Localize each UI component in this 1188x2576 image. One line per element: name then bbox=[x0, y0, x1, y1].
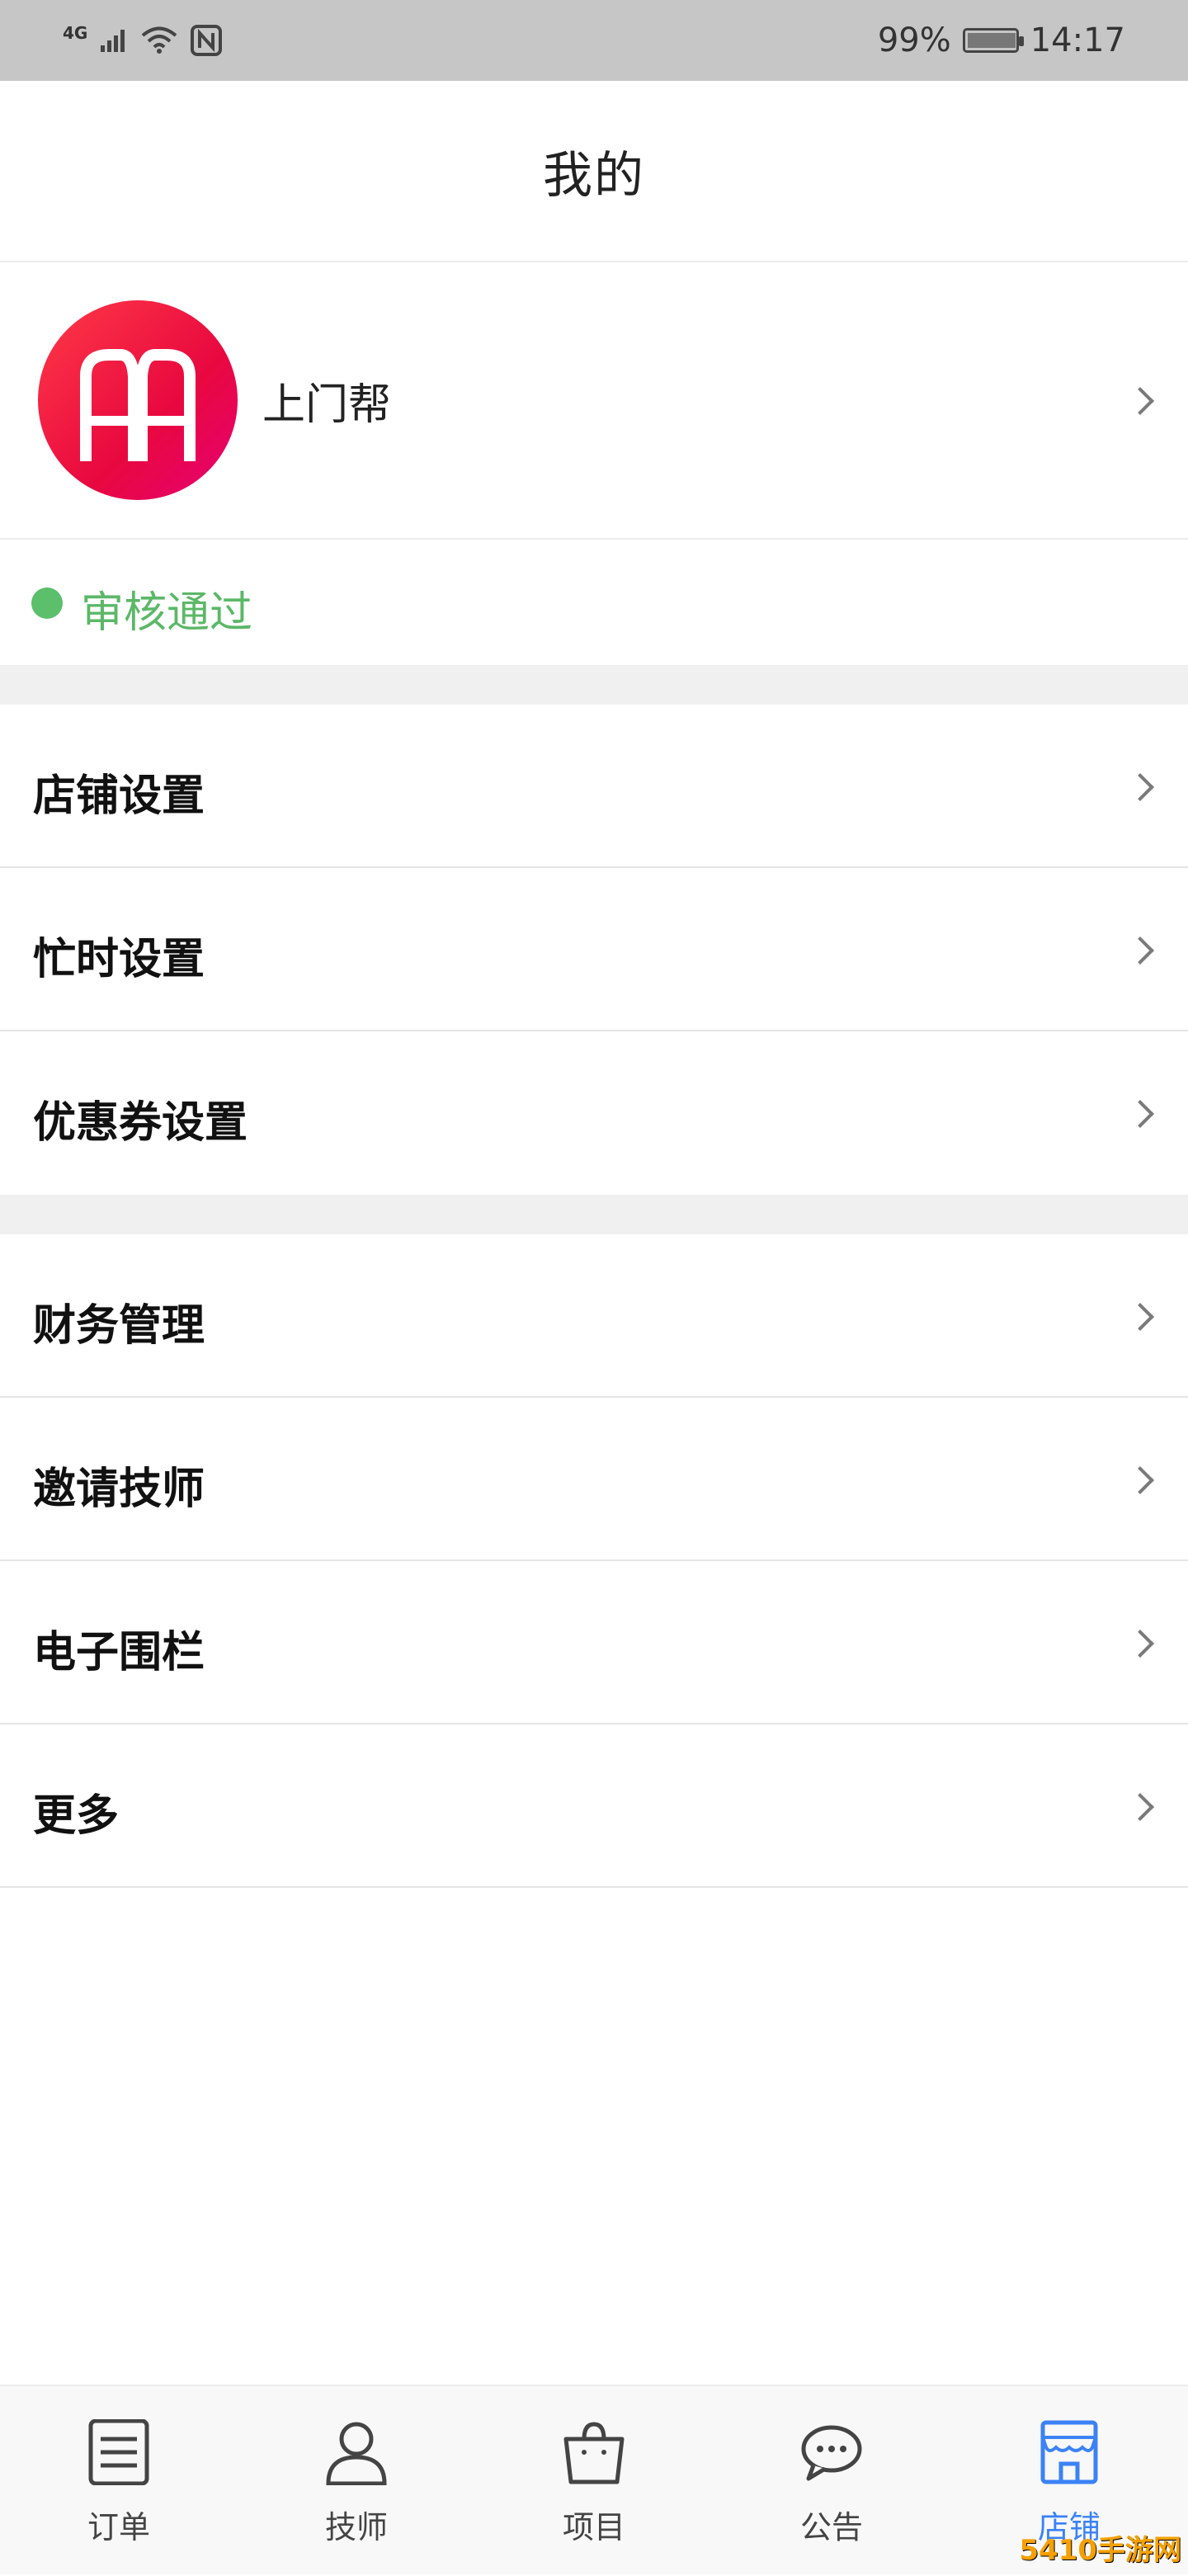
tab-projects[interactable]: 项目 bbox=[475, 2386, 713, 2576]
store-icon bbox=[1040, 2420, 1098, 2484]
menu-item-geofence[interactable]: 电子围栏 bbox=[0, 1561, 1188, 1724]
menu-item-label: 电子围栏 bbox=[33, 1628, 205, 1677]
tab-label: 项目 bbox=[562, 2509, 625, 2545]
status-right: 99% 14:17 bbox=[878, 21, 1125, 59]
menu-item-finance[interactable]: 财务管理 bbox=[0, 1234, 1188, 1398]
chevron-right-icon bbox=[1126, 1303, 1154, 1331]
chevron-right-icon bbox=[1126, 1466, 1154, 1494]
bag-icon bbox=[563, 2422, 625, 2484]
profile-row[interactable]: 上门帮 bbox=[0, 262, 1188, 540]
chevron-right-icon bbox=[1126, 773, 1154, 801]
tab-label: 技师 bbox=[324, 2509, 388, 2545]
chevron-right-icon bbox=[1126, 937, 1154, 965]
menu-item-label: 财务管理 bbox=[33, 1301, 205, 1351]
menu-item-more[interactable]: 更多 bbox=[0, 1724, 1188, 1888]
tab-label: 订单 bbox=[87, 2509, 150, 2545]
page-header: 我的 bbox=[0, 81, 1188, 262]
chat-icon bbox=[801, 2425, 862, 2481]
tab-label: 公告 bbox=[799, 2509, 863, 2545]
profile-name: 上门帮 bbox=[262, 380, 392, 430]
menu-item-label: 店铺设置 bbox=[33, 771, 205, 821]
menu-item-label: 更多 bbox=[33, 1791, 120, 1841]
watermark-logo: 5410手游网 bbox=[1019, 2534, 1181, 2567]
network-label: 4G bbox=[63, 23, 88, 43]
menu-item-label: 邀请技师 bbox=[33, 1465, 205, 1514]
clock: 14:17 bbox=[1030, 21, 1125, 59]
shop-logo-icon bbox=[80, 349, 196, 461]
menu-item-invite-technician[interactable]: 邀请技师 bbox=[0, 1398, 1188, 1561]
menu-item-store-settings[interactable]: 店铺设置 bbox=[0, 705, 1188, 868]
menu-item-label: 优惠券设置 bbox=[33, 1098, 248, 1148]
person-icon bbox=[326, 2422, 387, 2485]
menu-item-coupon-settings[interactable]: 优惠券设置 bbox=[0, 1031, 1188, 1195]
menu-item-busy-settings[interactable]: 忙时设置 bbox=[0, 868, 1188, 1031]
bottom-tab-bar: 订单 技师 项目 公告 店铺 bbox=[0, 2385, 1188, 2574]
battery-icon bbox=[962, 28, 1024, 53]
status-dot-icon bbox=[31, 587, 63, 619]
status-bar: 4G 99% 14:17 bbox=[0, 0, 1188, 81]
chevron-right-icon bbox=[1126, 1100, 1154, 1128]
tab-orders[interactable]: 订单 bbox=[0, 2386, 238, 2576]
tab-announcements[interactable]: 公告 bbox=[713, 2386, 950, 2576]
section-divider bbox=[0, 665, 1188, 705]
tab-technicians[interactable]: 技师 bbox=[238, 2386, 475, 2576]
status-badge: 审核通过 bbox=[81, 588, 253, 638]
chevron-right-icon bbox=[1126, 387, 1154, 415]
chevron-right-icon bbox=[1126, 1630, 1154, 1658]
avatar bbox=[38, 300, 238, 500]
section-divider bbox=[0, 1195, 1188, 1234]
chevron-right-icon bbox=[1126, 1793, 1154, 1821]
nfc-icon bbox=[191, 25, 223, 56]
page-title: 我的 bbox=[543, 146, 645, 205]
wifi-icon bbox=[142, 26, 177, 54]
order-icon bbox=[88, 2419, 149, 2485]
menu-item-label: 忙时设置 bbox=[33, 935, 205, 984]
signal-icon bbox=[101, 30, 125, 52]
battery-percent: 99% bbox=[877, 21, 951, 59]
status-left: 4G bbox=[63, 23, 223, 57]
